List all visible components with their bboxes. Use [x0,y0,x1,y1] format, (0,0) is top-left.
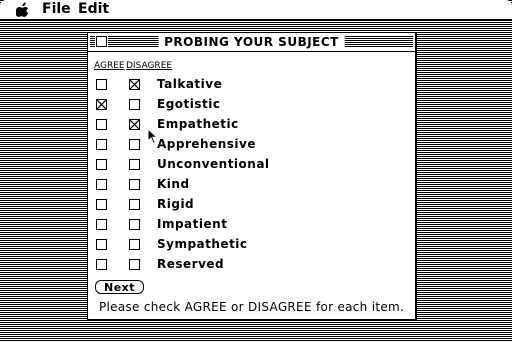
item-row: Sympathetic [0,237,512,259]
menu-edit[interactable]: Edit [78,1,109,18]
item-row: Reserved [0,257,512,279]
item-label: Apprehensive [157,137,256,151]
disagree-checkbox[interactable] [129,239,140,250]
agree-checkbox[interactable] [96,119,107,130]
item-label: Kind [157,177,190,191]
window-title: PROBING YOUR SUBJECT [158,34,345,50]
disagree-checkbox[interactable] [129,79,140,90]
agree-column-header: AGREE [94,61,125,71]
item-row: Unconventional [0,157,512,179]
agree-checkbox[interactable] [96,179,107,190]
item-label: Empathetic [157,117,239,131]
agree-checkbox[interactable] [96,159,107,170]
apple-icon[interactable] [16,2,29,17]
disagree-checkbox[interactable] [129,199,140,210]
arrow-cursor-icon [147,128,159,145]
item-label: Egotistic [157,97,221,111]
disagree-checkbox[interactable] [129,119,140,130]
menu-bar: File Edit [0,0,512,20]
menu-file[interactable]: File [42,1,71,18]
agree-checkbox[interactable] [96,79,107,90]
item-row: Rigid [0,197,512,219]
agree-checkbox[interactable] [96,259,107,270]
disagree-checkbox[interactable] [129,159,140,170]
item-label: Reserved [157,257,225,271]
instruction-text: Please check AGREE or DISAGREE for each … [99,300,405,314]
item-row: Egotistic [0,97,512,119]
item-row: Empathetic [0,117,512,139]
agree-checkbox[interactable] [96,99,107,110]
item-label: Impatient [157,217,228,231]
item-label: Talkative [157,77,223,91]
item-row: Kind [0,177,512,199]
item-label: Sympathetic [157,237,248,251]
disagree-checkbox[interactable] [129,99,140,110]
close-box[interactable] [96,36,107,47]
disagree-column-header: DISAGREE [126,61,173,71]
title-bar[interactable]: PROBING YOUR SUBJECT [88,33,415,52]
agree-checkbox[interactable] [96,219,107,230]
agree-checkbox[interactable] [96,139,107,150]
disagree-checkbox[interactable] [129,139,140,150]
item-row: Talkative [0,77,512,99]
item-label: Unconventional [157,157,270,171]
disagree-checkbox[interactable] [129,179,140,190]
agree-checkbox[interactable] [96,239,107,250]
item-row: Impatient [0,217,512,239]
item-label: Rigid [157,197,195,211]
disagree-checkbox[interactable] [129,259,140,270]
next-button[interactable]: Next [95,280,144,294]
disagree-checkbox[interactable] [129,219,140,230]
agree-checkbox[interactable] [96,199,107,210]
